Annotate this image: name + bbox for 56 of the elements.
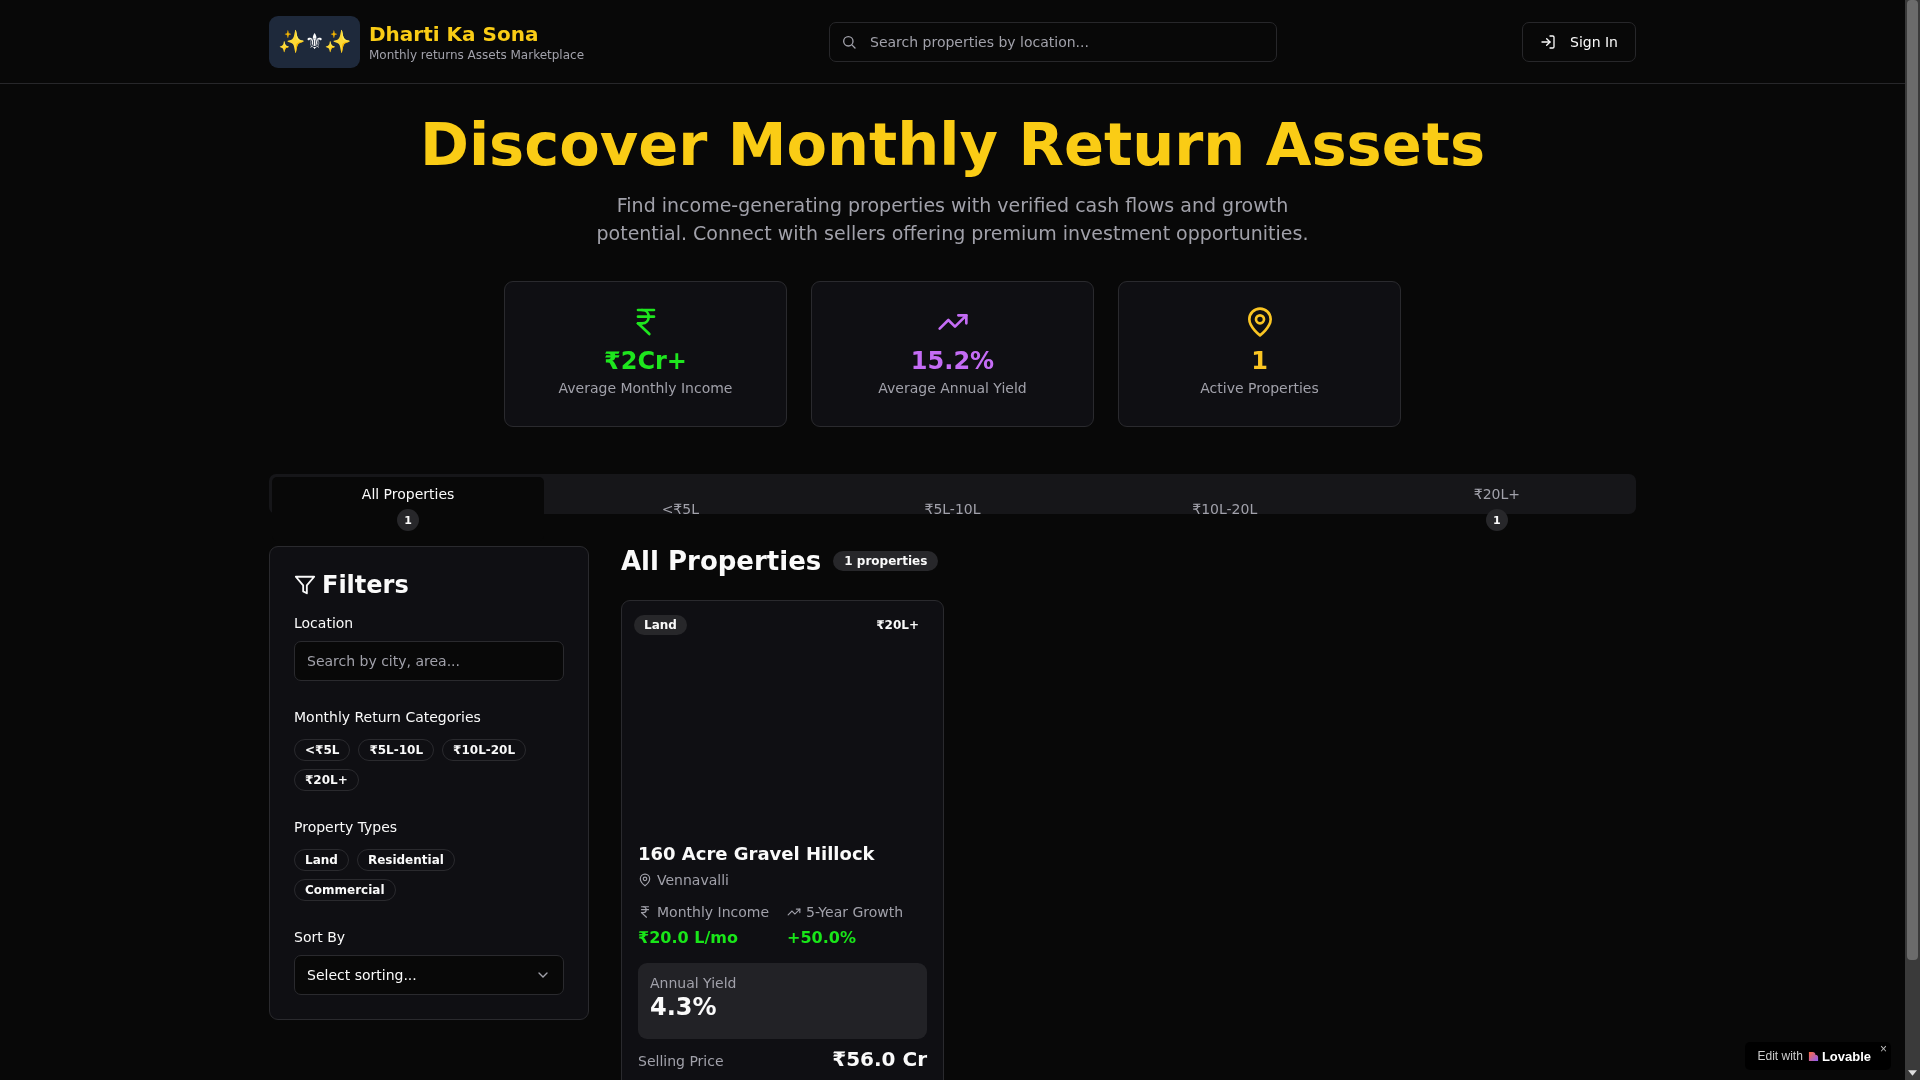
category-tab[interactable]: ₹10L-20L — [1088, 476, 1361, 541]
property-name: 160 Acre Gravel Hillock — [638, 842, 876, 864]
log-in-icon — [1540, 33, 1556, 50]
logo: ✨⚜✨ — [269, 15, 360, 68]
field-label: Property Types — [294, 818, 399, 835]
type-chip[interactable]: Commercial — [294, 878, 396, 901]
field-label: Location — [294, 614, 355, 631]
map-pin-icon — [638, 872, 652, 887]
metric-label: 5-Year Growth — [806, 903, 904, 920]
tagline: Monthly returns Assets Marketplace — [369, 47, 585, 62]
filter-icon — [294, 573, 316, 596]
metric-value: +50.0% — [787, 927, 857, 947]
stat-label: Average Annual Yield — [878, 379, 1027, 396]
property-location: Vennavalli — [657, 871, 729, 888]
category-chip[interactable]: ₹20L+ — [294, 768, 359, 791]
category-chip[interactable]: ₹10L-20L — [442, 738, 527, 761]
category-tab[interactable]: <₹5L — [544, 476, 817, 541]
listing-title: All Properties — [621, 545, 822, 576]
hero-title: Discover Monthly Return Assets — [418, 110, 1487, 181]
price-value: ₹56.0 Cr — [832, 1046, 927, 1071]
type-chip[interactable]: Residential — [356, 848, 455, 871]
close-button[interactable]: × — [1880, 1042, 1887, 1056]
category-tab[interactable]: ₹20L+ 1 — [1360, 476, 1633, 541]
location-field[interactable]: Search by city, area... — [294, 640, 564, 681]
stat-value: 1 — [1251, 346, 1268, 375]
search-icon — [841, 33, 857, 50]
type-chip[interactable]: Land — [294, 848, 349, 871]
sort-select[interactable]: Select sorting... — [294, 954, 564, 995]
category-tag: ₹20L+ — [876, 617, 919, 632]
edit-with-badge[interactable]: Edit with Lovable × — [1744, 1042, 1891, 1070]
hero-subtitle: Find income-generating properties with verified cash flows and growth potential. Connect with sellers offering premium investment opportunities. — [595, 192, 1310, 246]
field-label: Monthly Return Categories — [294, 708, 482, 725]
count-badge: 1 properties — [833, 550, 939, 571]
type-tag: Land — [634, 614, 687, 635]
field-label: Sort By — [294, 928, 347, 945]
stat-value: 15.2% — [910, 346, 995, 375]
property-card[interactable]: Land ₹20L+ 160 Acre Gravel Hillock Vennavalli Monthly Income ₹20.0 L/mo 5-Year Growth +50.0% Annual Yield 4.3% Selling Price ₹56.0 Cr — [621, 599, 944, 1080]
brand-name: Dharti Ka Sona — [369, 21, 540, 46]
stat-label: Average Monthly Income — [558, 379, 733, 396]
metric-label: Monthly Income — [657, 903, 770, 920]
category-chip[interactable]: ₹5L-10L — [358, 738, 435, 761]
rupee-icon — [638, 904, 652, 919]
filters-title: Filters — [322, 570, 409, 599]
scroll-down-icon[interactable] — [1908, 1070, 1917, 1076]
stat-value: ₹2Cr+ — [604, 346, 687, 375]
category-chip[interactable]: <₹5L — [294, 738, 351, 761]
scrollbar[interactable] — [1905, 0, 1920, 1080]
price-label: Selling Price — [638, 1052, 724, 1069]
search-field[interactable]: Search properties by location... — [829, 21, 1277, 62]
stat-label: Active Properties — [1200, 379, 1319, 396]
category-tab[interactable]: ₹5L-10L — [816, 476, 1089, 541]
yield-label: Annual Yield — [650, 974, 738, 991]
scrollbar-thumb[interactable] — [1907, 0, 1918, 960]
sign-in-button[interactable]: Sign In — [1522, 21, 1636, 62]
metric-value: ₹20.0 L/mo — [638, 927, 739, 947]
yield-value: 4.3% — [650, 992, 718, 1021]
